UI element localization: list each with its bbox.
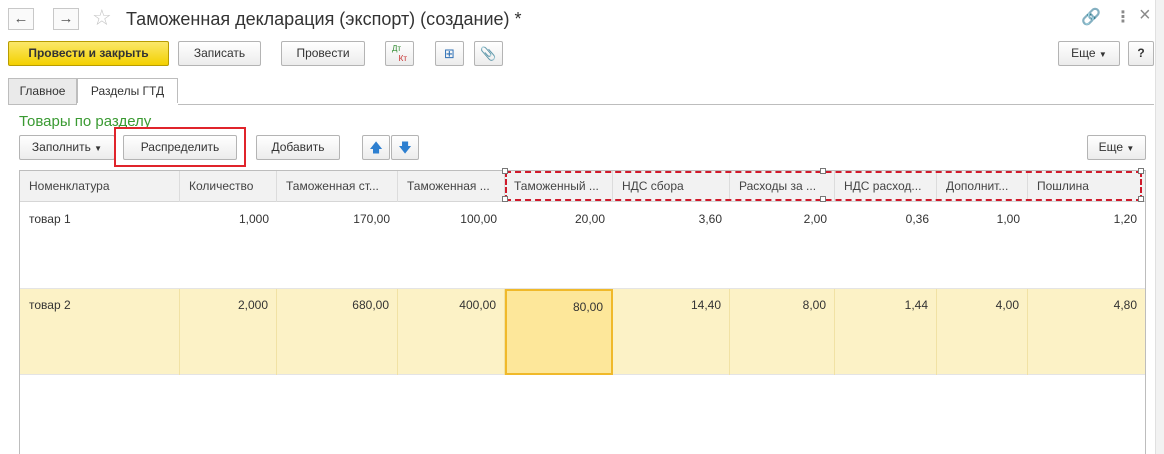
chevron-down-icon: ▼ — [1098, 50, 1107, 59]
vertical-scrollbar[interactable] — [1155, 0, 1164, 454]
column-header-nomenclature[interactable]: Номенклатура — [20, 171, 180, 202]
table-row-selected[interactable]: товар 2 2,000 680,00 400,00 80,00 14,40 … — [20, 289, 1145, 375]
cell-expenses[interactable]: 2,00 — [730, 203, 835, 289]
post-and-close-button[interactable]: Провести и закрыть — [8, 41, 169, 66]
cell-customs-duty[interactable]: 400,00 — [398, 289, 505, 375]
active-tab-gap — [77, 103, 178, 105]
favorite-star-icon[interactable]: ☆ — [92, 5, 112, 31]
cell-vat-expenses[interactable]: 1,44 — [835, 289, 937, 375]
cell-nomenclature[interactable]: товар 1 — [20, 203, 180, 289]
fill-label: Заполнить — [31, 140, 91, 154]
structure-icon: ⊞ — [444, 46, 455, 61]
cell-customs-fee-active[interactable]: 80,00 — [505, 289, 613, 375]
cell-additional[interactable]: 4,00 — [937, 289, 1028, 375]
cell-customs-value[interactable]: 170,00 — [277, 203, 398, 289]
help-button[interactable]: ? — [1128, 41, 1154, 66]
selection-handle — [1138, 196, 1144, 202]
post-button[interactable]: Провести — [281, 41, 365, 66]
cell-additional[interactable]: 1,00 — [937, 203, 1028, 289]
cell-vat-fee[interactable]: 14,40 — [613, 289, 730, 375]
selection-handle — [502, 196, 508, 202]
cell-customs-fee[interactable]: 20,00 — [505, 203, 613, 289]
kt-label: Кт — [398, 54, 407, 63]
forward-button[interactable]: → — [53, 8, 79, 30]
selection-handle — [820, 168, 826, 174]
selection-handle — [1138, 168, 1144, 174]
cell-nomenclature[interactable]: товар 2 — [20, 289, 180, 375]
column-header-customs-duty[interactable]: Таможенная ... — [398, 171, 505, 202]
cell-duty[interactable]: 4,80 — [1028, 289, 1145, 375]
arrow-down-icon: 🡇 — [398, 140, 412, 155]
column-header-customs-value[interactable]: Таможенная ст... — [277, 171, 398, 202]
back-button[interactable]: ← — [8, 8, 34, 30]
column-header-quantity[interactable]: Количество — [180, 171, 277, 202]
dt-kt-button[interactable]: Дт Кт — [385, 41, 414, 66]
save-button[interactable]: Записать — [178, 41, 261, 66]
forward-arrow-icon: → — [58, 10, 74, 27]
more-label: Еще — [1071, 46, 1096, 60]
cell-expenses[interactable]: 8,00 — [730, 289, 835, 375]
cell-vat-fee[interactable]: 3,60 — [613, 203, 730, 289]
paperclip-icon: 📎 — [480, 46, 497, 61]
distribute-highlight-box — [114, 127, 246, 167]
add-button[interactable]: Добавить — [256, 135, 340, 160]
table-header: Номенклатура Количество Таможенная ст...… — [20, 168, 1145, 202]
arrow-up-icon: 🡅 — [369, 140, 383, 155]
attach-button[interactable]: 📎 — [474, 41, 503, 66]
move-up-button[interactable]: 🡅 — [362, 135, 390, 160]
move-down-button[interactable]: 🡇 — [391, 135, 419, 160]
back-arrow-icon: ← — [13, 10, 29, 27]
selection-handle — [820, 196, 826, 202]
chevron-down-icon: ▼ — [1126, 144, 1135, 153]
cell-customs-value[interactable]: 680,00 — [277, 289, 398, 375]
cell-quantity[interactable]: 1,000 — [180, 203, 277, 289]
tab-divider — [8, 104, 1154, 105]
page-title: Таможенная декларация (экспорт) (создани… — [126, 9, 522, 29]
tab-gtd-sections[interactable]: Разделы ГТД — [77, 78, 178, 105]
close-icon[interactable]: × — [1139, 5, 1151, 25]
cell-customs-duty[interactable]: 100,00 — [398, 203, 505, 289]
fill-button[interactable]: Заполнить ▼ — [19, 135, 115, 160]
cell-quantity[interactable]: 2,000 — [180, 289, 277, 375]
tab-main[interactable]: Главное — [8, 78, 77, 104]
cell-vat-expenses[interactable]: 0,36 — [835, 203, 937, 289]
table-more-label: Еще — [1098, 140, 1124, 154]
cell-duty[interactable]: 1,20 — [1028, 203, 1145, 289]
selection-handle — [502, 168, 508, 174]
link-icon[interactable]: 🔗 — [1081, 8, 1101, 28]
goods-table[interactable]: Номенклатура Количество Таможенная ст...… — [19, 168, 1146, 454]
structure-button[interactable]: ⊞ — [435, 41, 464, 66]
table-more-button[interactable]: Еще ▼ — [1087, 135, 1146, 160]
table-row[interactable]: товар 1 1,000 170,00 100,00 20,00 3,60 2… — [20, 203, 1145, 289]
more-menu-icon[interactable]: ⋮ — [1115, 8, 1131, 28]
chevron-down-icon: ▼ — [94, 144, 103, 153]
more-button[interactable]: Еще ▼ — [1058, 41, 1120, 66]
dt-label: Дт — [392, 44, 402, 53]
